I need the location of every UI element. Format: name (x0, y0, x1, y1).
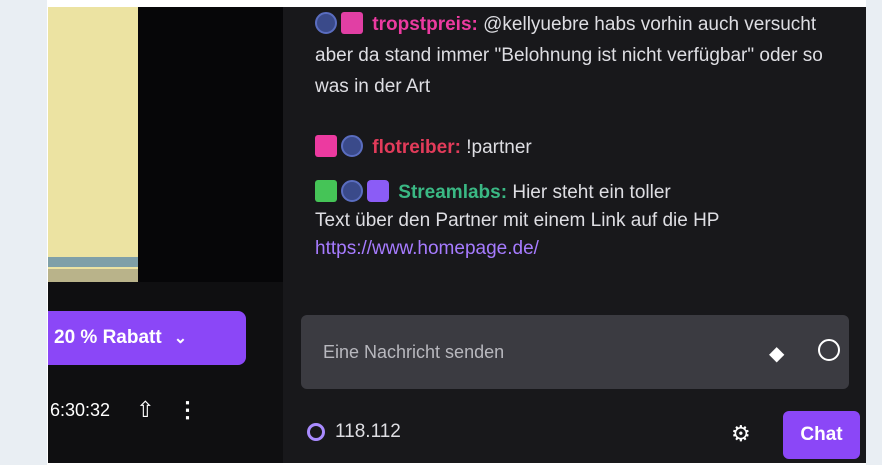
chevron-down-icon: ⌄ (173, 330, 188, 347)
prime-icon[interactable] (341, 180, 363, 202)
chat-input[interactable]: Eine Nachricht senden ◆ (301, 315, 849, 389)
gift-icon[interactable] (341, 12, 363, 34)
channel-points-icon (307, 423, 325, 441)
promo-button[interactable]: 20 % Rabatt ⌄ (48, 311, 246, 365)
sword-icon[interactable] (315, 180, 337, 202)
video-player[interactable] (48, 7, 283, 282)
video-frame-edge (48, 257, 138, 267)
chat-input-placeholder: Eine Nachricht senden (323, 342, 505, 362)
chat-footer: 118.112 ⚙ Chat (283, 407, 866, 463)
prime-icon[interactable] (341, 135, 363, 157)
promo-button-label: 20 % Rabatt (54, 327, 162, 348)
chat-text: !partner (460, 137, 532, 158)
chat-message: tropstpreis: @kellyuebre habs vorhin auc… (315, 9, 835, 102)
gear-icon[interactable]: ⚙ (731, 421, 751, 447)
chat-text: Hier steht ein toller (507, 182, 671, 203)
prime-icon[interactable] (315, 12, 337, 34)
channel-points[interactable]: 118.112 (307, 421, 401, 443)
heart-icon[interactable] (315, 135, 337, 157)
chat-username[interactable]: flotreiber: (372, 137, 461, 158)
chat-message: flotreiber: !partner (315, 132, 532, 163)
more-vertical-icon[interactable]: ⋮ (177, 397, 199, 423)
timestamp: 6:30:32 (50, 399, 111, 420)
channel-points-value: 118.112 (335, 421, 401, 442)
chat-send-label: Chat (800, 424, 843, 445)
share-icon[interactable]: ⇧ (136, 397, 154, 423)
verified-icon[interactable] (367, 180, 389, 202)
chat-panel: tropstpreis: @kellyuebre habs vorhin auc… (283, 7, 866, 463)
video-frame-shadow (48, 269, 138, 282)
chat-username[interactable]: tropstpreis: (372, 14, 478, 35)
chat-username[interactable]: Streamlabs: (398, 182, 507, 203)
bits-icon[interactable]: ◆ (769, 341, 784, 366)
chat-text: Text über den Partner mit einem Link auf… (315, 210, 720, 231)
emoji-icon[interactable] (818, 339, 840, 361)
video-frame-paper (48, 7, 138, 282)
video-timebar: 6:30:32 ⇧ ⋮ (48, 395, 283, 425)
video-panel: 20 % Rabatt ⌄ 6:30:32 ⇧ ⋮ (48, 7, 283, 463)
chat-message: Streamlabs: Hier steht ein toller Text ü… (315, 179, 855, 263)
chat-link[interactable]: https://www.homepage.de/ (315, 238, 539, 259)
chat-send-button[interactable]: Chat (783, 411, 860, 459)
